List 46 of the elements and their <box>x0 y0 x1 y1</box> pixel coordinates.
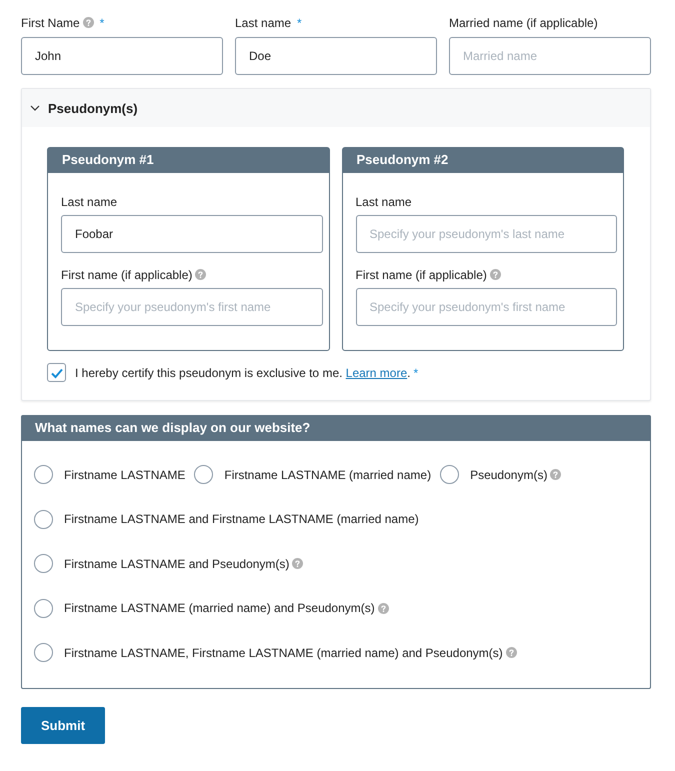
option-label: Firstname LASTNAME <box>64 468 186 482</box>
option-label: Firstname LASTNAME (married name) <box>224 468 432 482</box>
option-label: Pseudonym(s) <box>470 468 548 482</box>
field-label: First Name <box>21 16 80 30</box>
option-label: Firstname LASTNAME, Firstname LASTNAME (married name) and Pseudonym(s) <box>64 646 503 660</box>
chevron-icon <box>30 105 40 111</box>
radio-button[interactable] <box>34 643 53 662</box>
submit-button[interactable]: Submit <box>21 706 105 744</box>
input-field[interactable]: Specify your pseudonym's last name <box>356 215 617 253</box>
help-icon[interactable] <box>292 558 304 569</box>
help-icon[interactable] <box>378 602 389 614</box>
input-field[interactable]: Married name <box>449 37 651 75</box>
field-label: First name (if applicable) <box>61 268 192 282</box>
input-field[interactable]: Specify your pseudonym's first name <box>61 288 322 326</box>
card-header: Pseudonym #1 <box>48 148 328 173</box>
option-label: Firstname LASTNAME and Pseudonym(s) <box>64 556 290 570</box>
card-header: Pseudonym #2 <box>342 148 623 173</box>
panel-header: What names can we display on our website? <box>22 416 650 441</box>
field-label: Last name <box>356 194 412 208</box>
radio-button[interactable] <box>34 465 53 484</box>
help-icon[interactable] <box>550 469 562 480</box>
input-field[interactable]: John <box>21 37 223 75</box>
required-mark: * <box>100 16 104 30</box>
help-icon[interactable] <box>195 269 206 280</box>
field-label: Last name <box>61 194 118 208</box>
required-mark: * <box>297 16 302 30</box>
option-label: Firstname LASTNAME (married name) and Pseudonym(s) <box>64 601 375 615</box>
option-label: Firstname LASTNAME and Firstname LASTNAME (married name) <box>64 512 419 526</box>
learn-more-link[interactable]: Learn more <box>346 366 408 380</box>
input-field[interactable]: Specify your pseudonym's first name <box>356 288 617 326</box>
field-label: Married name (if applicable) <box>449 16 598 30</box>
certify-text: I hereby certify this pseudonym is exclusive to me. Learn more. * <box>75 366 418 380</box>
field-label: Last name <box>235 16 292 30</box>
help-icon[interactable] <box>506 647 517 658</box>
input-field[interactable]: Foobar <box>61 215 322 253</box>
help-icon[interactable] <box>82 17 94 28</box>
radio-button[interactable] <box>34 510 53 528</box>
accordion-header[interactable]: Pseudonym(s) <box>22 89 650 127</box>
help-icon[interactable] <box>490 269 501 280</box>
radio-button[interactable] <box>34 598 53 618</box>
radio-button[interactable] <box>440 465 460 484</box>
checkbox[interactable] <box>47 363 66 382</box>
radio-button[interactable] <box>34 554 53 573</box>
radio-button[interactable] <box>194 465 214 484</box>
input-field[interactable]: Doe <box>235 37 437 75</box>
field-label: First name (if applicable) <box>356 268 487 282</box>
